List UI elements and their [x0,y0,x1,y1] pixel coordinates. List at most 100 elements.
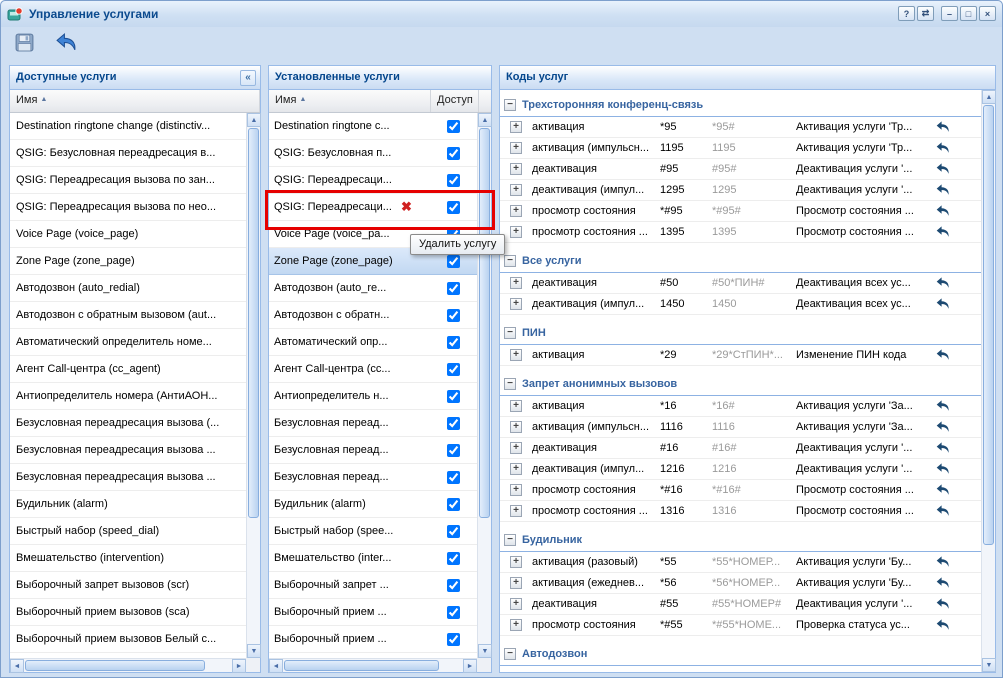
undo-button[interactable] [926,441,960,455]
access-checkbox[interactable] [447,606,460,619]
row-expand-icon[interactable]: + [510,205,522,217]
save-button[interactable] [11,31,37,57]
available-service-row[interactable]: QSIG: Переадресация вызова по зан... [10,167,246,194]
code-group-header[interactable]: −Все услуги [500,249,981,273]
available-service-row[interactable]: QSIG: Безусловная переадресация в... [10,140,246,167]
row-expand-icon[interactable]: + [510,505,522,517]
installed-service-row[interactable]: Агент Call-центра (cc... [269,356,477,383]
installed-service-row[interactable]: QSIG: Переадресаци...✖ [269,194,477,221]
installed-vertical-scrollbar[interactable]: ▲ ▼ [477,113,491,658]
column-name[interactable]: Имя▲ [10,90,260,112]
row-expand-icon[interactable]: + [510,484,522,496]
available-horizontal-scrollbar[interactable]: ◄ ► [10,658,246,672]
code-row[interactable]: +активация (разовый)*55*55*НОМЕР...Актив… [500,552,981,573]
installed-service-row[interactable]: Быстрый набор (spee... [269,518,477,545]
installed-service-row[interactable]: Вмешательство (inter... [269,545,477,572]
access-checkbox[interactable] [447,390,460,403]
installed-service-row[interactable]: Автодозвон с обратн... [269,302,477,329]
available-vertical-scrollbar[interactable]: ▲ ▼ [246,113,260,658]
installed-service-row[interactable]: Антиопределитель н... [269,383,477,410]
access-checkbox[interactable] [447,309,460,322]
undo-button[interactable] [926,483,960,497]
group-collapse-icon[interactable]: − [504,327,516,339]
code-row[interactable]: +просмотр состояния*#95*#95#Просмотр сос… [500,201,981,222]
code-row[interactable]: +активация*16*16#Активация услуги 'За... [500,396,981,417]
access-checkbox[interactable] [447,201,460,214]
scrollbar-thumb[interactable] [479,128,490,518]
undo-button[interactable] [926,297,960,311]
refresh-button[interactable]: ⇄ [917,6,934,21]
available-service-row[interactable]: Безусловная переадресация вызова (... [10,410,246,437]
delete-service-icon[interactable]: ✖ [401,200,412,214]
installed-service-row[interactable]: Destination ringtone c... [269,113,477,140]
undo-button[interactable] [926,204,960,218]
undo-button[interactable] [926,141,960,155]
available-service-row[interactable]: Destination ringtone change (distinctiv.… [10,113,246,140]
available-service-row[interactable]: Будильник (alarm) [10,491,246,518]
undo-button[interactable] [926,618,960,632]
scrollbar-thumb[interactable] [284,660,439,671]
installed-horizontal-scrollbar[interactable]: ◄ ► [269,658,477,672]
code-row[interactable]: +деактивация#16#16#Деактивация услуги '.… [500,438,981,459]
row-expand-icon[interactable]: + [510,421,522,433]
row-expand-icon[interactable]: + [510,463,522,475]
row-expand-icon[interactable]: + [510,400,522,412]
maximize-button[interactable]: □ [960,6,977,21]
installed-service-row[interactable]: Выборочный прием ... [269,626,477,653]
access-checkbox[interactable] [447,120,460,133]
available-service-row[interactable]: Безусловная переадресация вызова ... [10,437,246,464]
installed-service-row[interactable]: Безусловная переад... [269,410,477,437]
row-expand-icon[interactable]: + [510,619,522,631]
scroll-down-icon[interactable]: ▼ [247,644,261,658]
undo-button[interactable] [926,462,960,476]
available-service-row[interactable]: Автоматический определитель номе... [10,329,246,356]
codes-vertical-scrollbar[interactable]: ▲ ▼ [981,90,995,672]
scroll-right-icon[interactable]: ► [463,659,477,673]
access-checkbox[interactable] [447,417,460,430]
undo-button[interactable] [926,183,960,197]
undo-button[interactable] [926,348,960,362]
available-service-row[interactable]: Безусловная переадресация вызова ... [10,464,246,491]
code-row[interactable]: +активация (импульсн...11951195Активация… [500,138,981,159]
scroll-up-icon[interactable]: ▲ [982,90,996,104]
access-checkbox[interactable] [447,336,460,349]
installed-service-row[interactable]: Безусловная переад... [269,464,477,491]
group-collapse-icon[interactable]: − [504,534,516,546]
installed-service-row[interactable]: Выборочный прием ... [269,599,477,626]
available-service-row[interactable]: Автодозвон с обратным вызовом (aut... [10,302,246,329]
row-expand-icon[interactable]: + [510,142,522,154]
available-service-row[interactable]: Агент Call-центра (cc_agent) [10,356,246,383]
code-row[interactable]: +просмотр состояния*#16*#16#Просмотр сос… [500,480,981,501]
access-checkbox[interactable] [447,498,460,511]
installed-service-row[interactable]: QSIG: Переадресаци... [269,167,477,194]
close-button[interactable]: × [979,6,996,21]
code-group-header[interactable]: −Будильник [500,528,981,552]
row-expand-icon[interactable]: + [510,349,522,361]
access-checkbox[interactable] [447,174,460,187]
installed-service-row[interactable]: Выборочный запрет ... [269,572,477,599]
access-checkbox[interactable] [447,579,460,592]
access-checkbox[interactable] [447,444,460,457]
installed-service-row[interactable]: Автоматический опр... [269,329,477,356]
undo-button[interactable] [926,576,960,590]
undo-button[interactable] [926,597,960,611]
available-service-row[interactable]: Выборочный прием вызовов (sca) [10,599,246,626]
available-service-row[interactable]: Zone Page (zone_page) [10,248,246,275]
code-row[interactable]: +деактивация (импул...12161216Деактиваци… [500,459,981,480]
scroll-down-icon[interactable]: ▼ [982,658,996,672]
code-row[interactable]: +активация*95*95#Активация услуги 'Тр... [500,117,981,138]
group-collapse-icon[interactable]: − [504,648,516,660]
access-checkbox[interactable] [447,282,460,295]
row-expand-icon[interactable]: + [510,442,522,454]
scroll-left-icon[interactable]: ◄ [10,659,24,673]
code-row[interactable]: +просмотр состояния ...13161316Просмотр … [500,501,981,522]
code-row[interactable]: +деактивация#50#50*ПИН#Деактивация всех … [500,273,981,294]
available-service-row[interactable]: Антиопределитель номера (АнтиАОН... [10,383,246,410]
access-checkbox[interactable] [447,255,460,268]
scrollbar-thumb[interactable] [25,660,205,671]
scrollbar-thumb[interactable] [983,105,994,545]
access-checkbox[interactable] [447,147,460,160]
collapse-panel-icon[interactable]: « [240,70,256,86]
code-row[interactable]: +деактивация#55#55*НОМЕР#Деактивация усл… [500,594,981,615]
scroll-down-icon[interactable]: ▼ [478,644,492,658]
